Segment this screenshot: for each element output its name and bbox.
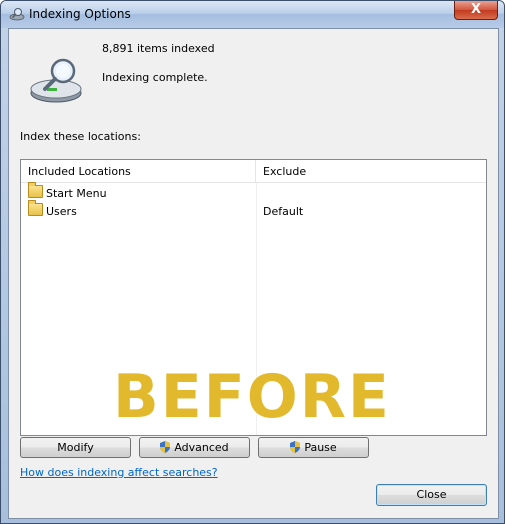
uac-shield-icon	[290, 441, 301, 453]
before-watermark: BEFORE	[113, 362, 391, 432]
window-title: Indexing Options	[29, 7, 131, 21]
list-item[interactable]: Start Menu	[21, 182, 486, 202]
items-indexed-count: 8,891 items indexed	[102, 42, 215, 55]
indexing-help-link[interactable]: How does indexing affect searches?	[20, 466, 218, 479]
modify-button-label: Modify	[57, 441, 94, 454]
indexing-status: Indexing complete.	[102, 71, 208, 84]
close-button[interactable]: Close	[376, 484, 487, 506]
indexing-options-icon	[9, 8, 25, 21]
folder-icon	[28, 182, 43, 198]
uac-shield-icon	[160, 441, 171, 453]
location-name: Start Menu	[46, 187, 107, 200]
pause-button-label: Pause	[304, 441, 337, 454]
column-header-exclude[interactable]: Exclude	[256, 160, 486, 183]
title-bar[interactable]: Indexing Options X	[1, 1, 504, 28]
locations-label: Index these locations:	[20, 130, 141, 143]
pause-button[interactable]: Pause	[258, 437, 369, 458]
advanced-button[interactable]: Advanced	[139, 437, 250, 458]
modify-button[interactable]: Modify	[20, 437, 131, 458]
close-icon: X	[470, 2, 482, 17]
location-name: Users	[46, 205, 77, 218]
client-area: 8,891 items indexed Indexing complete. I…	[8, 28, 499, 519]
indexing-drive-icon	[30, 58, 82, 103]
list-item[interactable]: Users Default	[21, 200, 486, 220]
column-header-included[interactable]: Included Locations	[21, 160, 256, 183]
advanced-button-label: Advanced	[174, 441, 229, 454]
close-button-label: Close	[416, 488, 447, 501]
indexing-options-window: Indexing Options X 8,891 items indexed I…	[0, 0, 505, 524]
location-exclude: Default	[263, 205, 304, 218]
folder-icon	[28, 200, 43, 216]
close-window-button[interactable]: X	[454, 1, 498, 20]
